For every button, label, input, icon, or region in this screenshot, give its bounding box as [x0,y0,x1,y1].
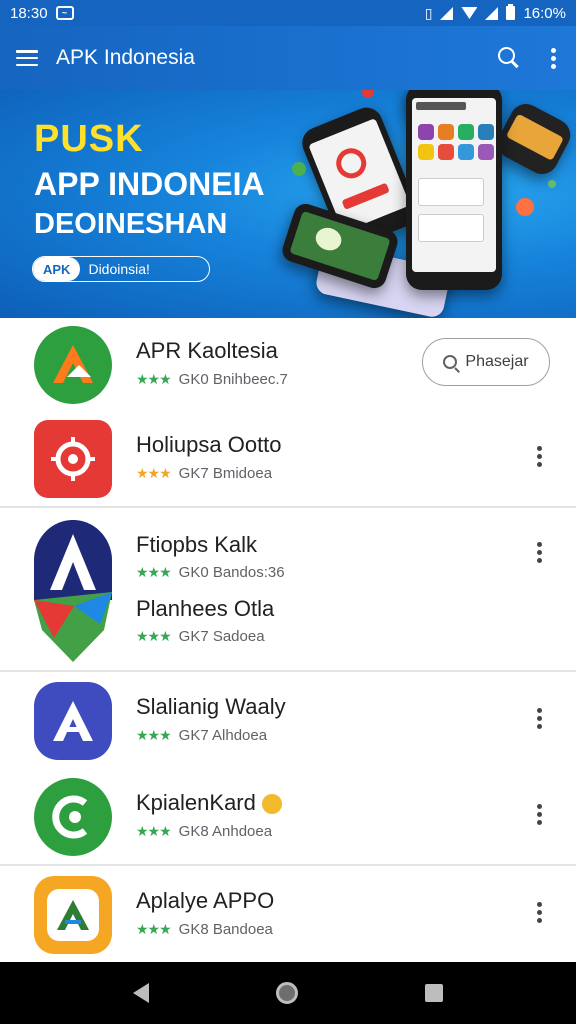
wifi-icon [461,7,478,19]
app-title: APK Indonesia [56,46,195,69]
phone-illustration-main [406,90,502,290]
decor-dot-red [362,90,374,98]
signal-icon [440,6,454,20]
orange-a-logo-icon [34,876,112,954]
signal-icon-2 [485,6,499,20]
more-vert-icon[interactable] [527,896,552,929]
rating-stars-icon: ★★★ [136,921,172,937]
search-icon[interactable] [497,46,521,70]
notification-icon: ~ [55,6,74,20]
vibrate-icon: ▯ [424,4,433,21]
app-name: APR Kaoltesia [136,338,278,363]
battery-icon [506,4,516,20]
decor-dot-green [292,162,306,176]
chip-logo: APK [33,257,81,281]
indigo-a-logo-icon [34,682,112,760]
back-icon[interactable] [133,983,150,1003]
list-item[interactable]: Holiupsa Ootto ★★★ GK7 Bmidoea [0,412,576,508]
emoji-icon [261,794,282,815]
status-time: 18:30 [10,4,48,22]
install-button[interactable]: Phasejar [422,338,550,386]
app-meta: GK8 Bandoea [178,921,273,938]
list-item[interactable]: APR Kaoltesia ★★★ GK0 Bnihbeec.7 Phaseja… [0,318,576,414]
banner-tagline: DEOINESHAN [34,208,228,240]
app-name: Holiupsa Ootto [136,432,282,457]
app-meta: GK8 Anhdoea [178,823,273,840]
menu-icon[interactable] [16,50,38,66]
green-arrow-logo-icon [34,326,112,404]
app-meta: GK0 Bnihbeec.7 [178,371,288,388]
rating-stars-icon: ★★★ [136,371,172,387]
list-item[interactable]: Planhees Otla ★★★ GK7 Sadoea [0,574,576,670]
divider [0,864,576,866]
banner-chip[interactable]: APK Didoinsia! [32,256,210,282]
chip-label: Didoinsia! [88,261,150,277]
app-name-text: KpialenKard [136,790,256,815]
list-item[interactable]: Aplalye APPO ★★★ GK8 Bandoea [0,868,576,964]
banner-headline: PUSK [34,118,144,160]
list-item[interactable]: KpialenKard ★★★ GK8 Anhdoea [0,770,576,866]
battery-text: 16:0% [523,4,566,22]
divider [0,670,576,672]
phone-illustration-right [492,98,576,180]
status-bar: 18:30 ~ ▯ 16:0% [0,0,576,26]
install-button-label: Phasejar [465,353,529,370]
app-name: Ftiopbs Kalk [136,532,258,557]
more-vert-icon[interactable] [547,46,560,71]
rating-stars-icon: ★★★ [136,465,172,481]
red-target-logo-icon [34,420,112,498]
search-icon [443,355,458,369]
more-vert-icon[interactable] [527,702,552,735]
more-vert-icon[interactable] [527,798,552,831]
app-name: Aplalye APPO [136,888,275,913]
rating-stars-icon: ★★★ [136,727,172,743]
promo-banner[interactable]: PUSK APP INDONEIA DEOINESHAN APK Didoins… [0,90,576,318]
app-meta: GK7 Sadoea [178,628,265,645]
app-name: Slalianig Waaly [136,694,286,719]
app-name: Planhees Otla [136,596,275,621]
home-icon[interactable] [275,982,298,1004]
more-vert-icon[interactable] [527,440,552,473]
rating-stars-icon: ★★★ [136,628,172,644]
system-nav-bar [0,962,576,1024]
app-meta: GK7 Alhdoea [178,727,268,744]
more-vert-icon[interactable] [527,536,552,569]
green-c-logo-icon [34,778,112,856]
recents-icon[interactable] [424,984,443,1002]
banner-subheadline: APP INDONEIA [34,166,265,202]
list-item[interactable]: Slalianig Waaly ★★★ GK7 Alhdoea [0,674,576,770]
app-bar: APK Indonesia [0,26,576,90]
rating-stars-icon: ★★★ [136,823,172,839]
app-meta: GK7 Bmidoea [178,465,273,482]
app-name: KpialenKard [136,790,282,816]
decor-dot-green-2 [548,180,556,188]
decor-dot-orange [516,198,534,216]
